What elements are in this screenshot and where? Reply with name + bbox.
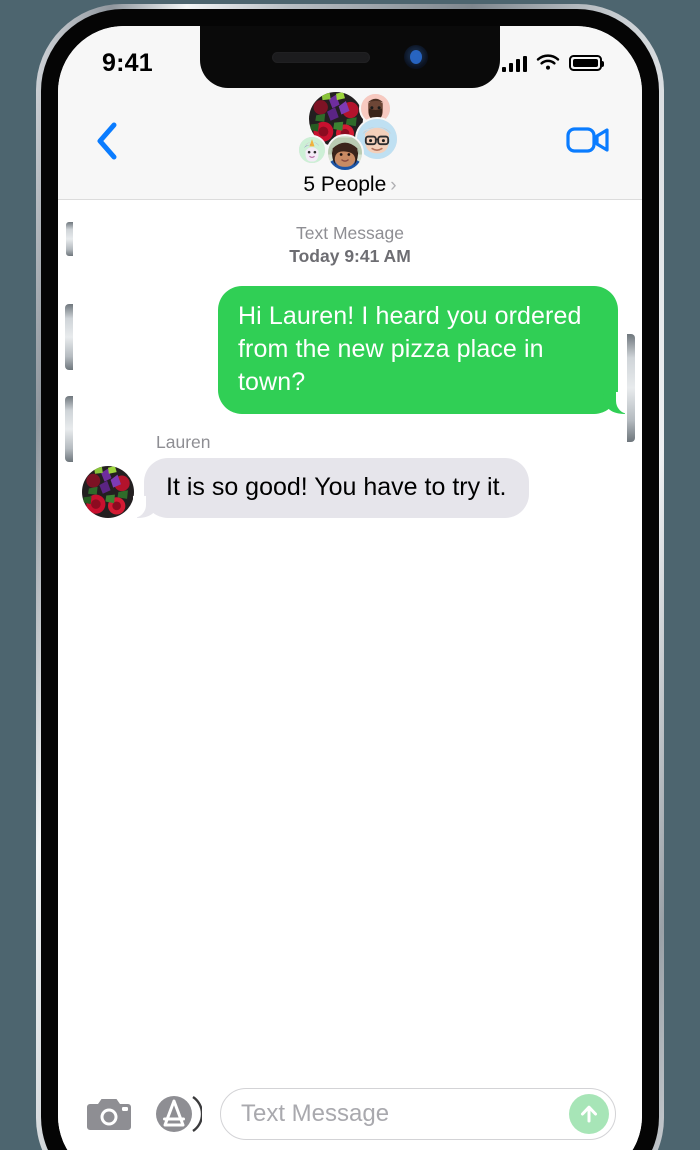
message-row-outgoing: Hi Lauren! I heard you ordered from the … [82,286,629,414]
chevron-right-icon: › [390,174,397,196]
message-input[interactable] [241,1100,569,1128]
earpiece-speaker-icon [272,51,370,63]
signal-bars-icon [501,55,527,72]
volume-up-button[interactable] [65,304,73,370]
timestamp-label: Text Message [296,223,404,243]
message-timestamp: Text Message Today 9:41 AM [82,222,618,268]
camera-button[interactable] [84,1089,134,1139]
status-time: 9:41 [102,48,153,77]
message-group-incoming: Lauren It is so good! You have to try it… [82,432,618,518]
camera-icon [87,1099,131,1130]
app-store-button[interactable] [152,1089,202,1139]
message-bubble-outgoing[interactable]: Hi Lauren! I heard you ordered from the … [218,286,629,414]
arrow-up-icon [581,1105,597,1123]
message-row-incoming: It is so good! You have to try it. [82,458,618,518]
silent-switch[interactable] [66,222,73,256]
message-list[interactable]: Text Message Today 9:41 AM Hi Lauren! I … [58,200,642,1074]
group-title: 5 People › [303,173,396,197]
front-camera-icon [404,45,428,69]
participant-avatars [293,90,408,172]
message-composer [58,1074,642,1150]
group-details-button[interactable]: 5 People › [245,90,455,197]
participant-5-avatar [325,134,364,172]
facetime-button[interactable] [564,120,612,160]
message-avatar-lauren [82,466,134,518]
group-title-text: 5 People [303,173,387,196]
message-input-container[interactable] [220,1088,616,1140]
message-sender-name: Lauren [156,432,211,452]
volume-down-button[interactable] [65,396,73,462]
notch [200,26,500,88]
phone-bezel: 9:41 5 People › Text Message Today 9:41 … [41,9,659,1150]
back-button[interactable] [85,118,129,164]
power-button[interactable] [627,334,635,442]
send-button[interactable] [569,1094,609,1134]
conversation-header: 5 People › [58,88,642,200]
status-indicators [501,54,605,72]
wifi-icon [536,54,560,70]
participant-4-avatar [296,135,327,165]
phone-frame: 9:41 5 People › Text Message Today 9:41 … [36,4,664,1150]
message-bubble-incoming[interactable]: It is so good! You have to try it. [133,458,529,518]
phone-screen: 9:41 5 People › Text Message Today 9:41 … [58,26,642,1150]
battery-full-icon [569,55,605,71]
timestamp-value: Today 9:41 AM [289,246,411,266]
chevron-left-icon [97,122,117,160]
app-store-icon [156,1096,202,1132]
video-camera-icon [566,127,609,153]
